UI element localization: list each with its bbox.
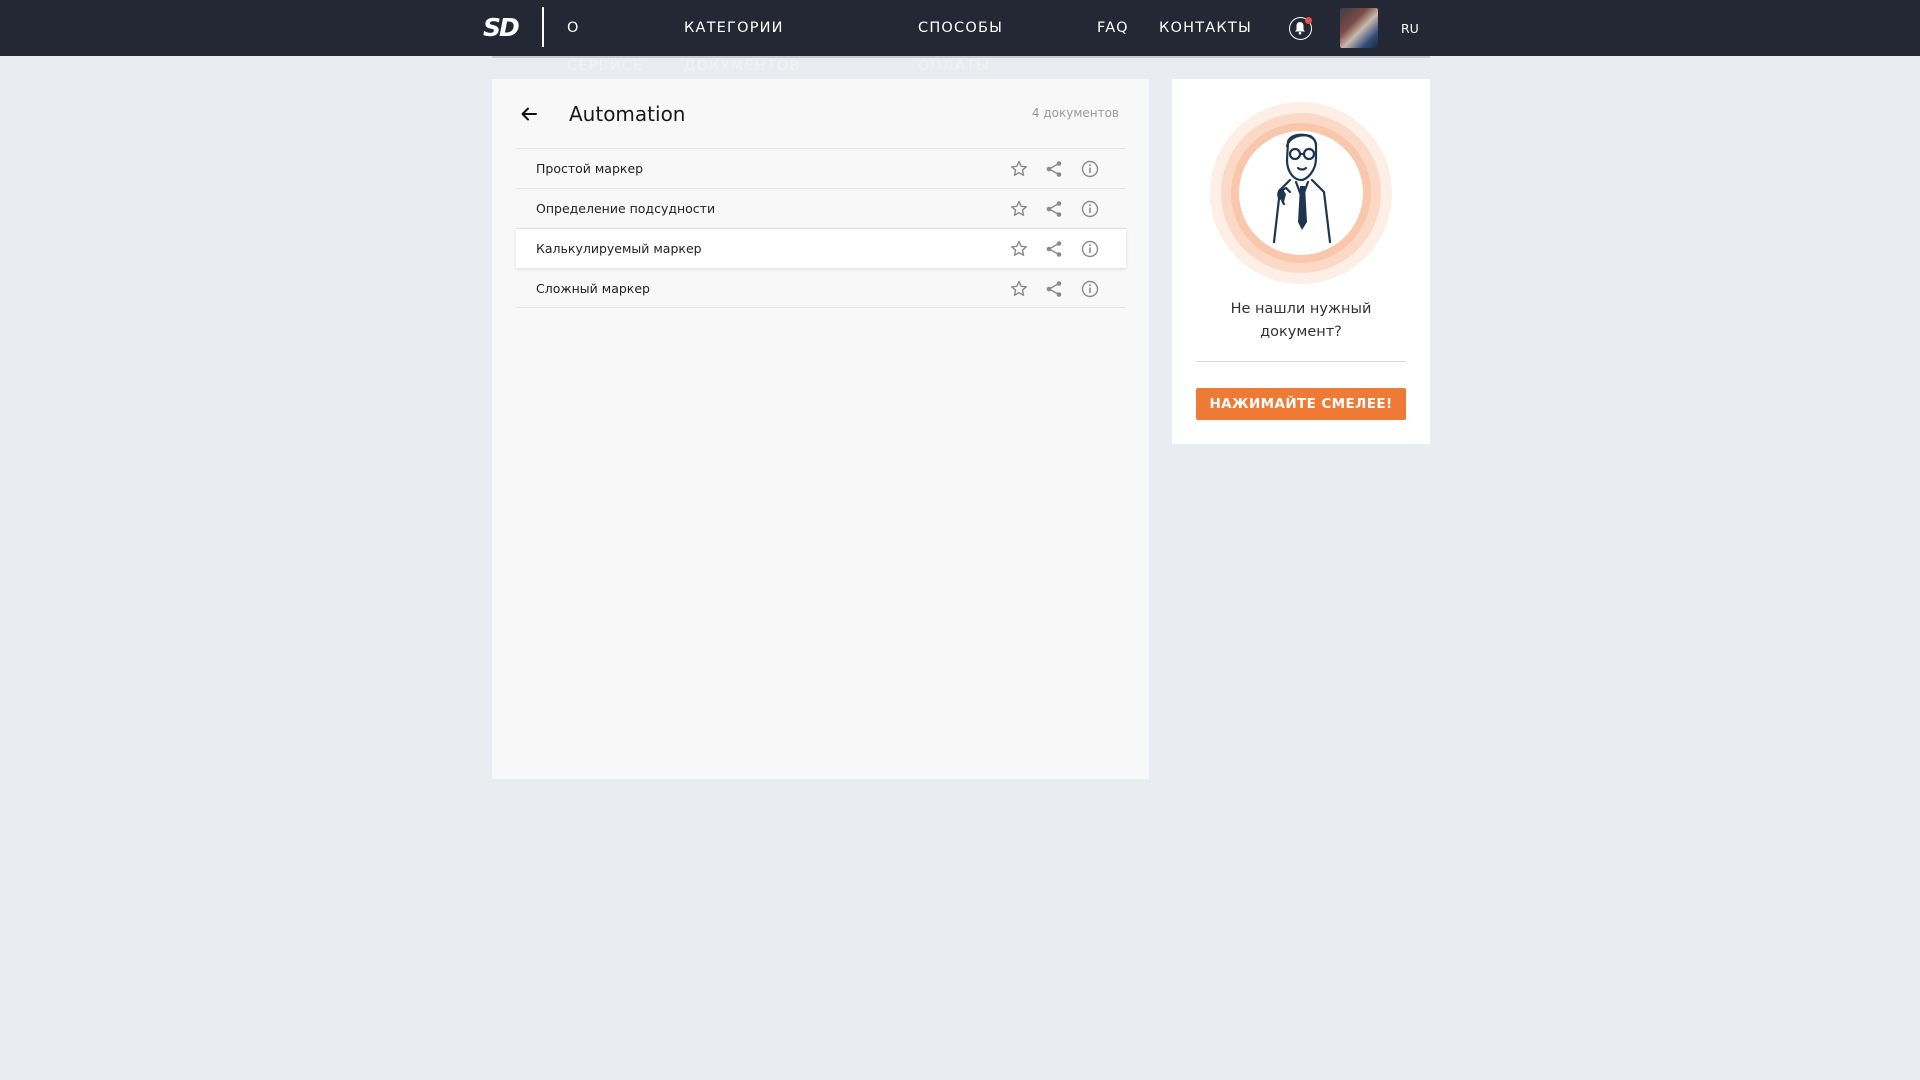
help-panel: Не нашли нужный документ? НАЖИМАЙТЕ СМЕЛ… — [1172, 79, 1430, 444]
notification-badge — [1305, 17, 1312, 24]
star-icon[interactable] — [1009, 159, 1029, 179]
document-name: Калькулируемый маркер — [536, 241, 702, 256]
nav-item-faq-label: FAQ — [1097, 20, 1129, 36]
info-icon[interactable] — [1080, 159, 1100, 179]
back-arrow-icon[interactable] — [519, 104, 539, 124]
star-icon[interactable] — [1009, 239, 1029, 259]
star-icon[interactable] — [1009, 279, 1029, 299]
info-icon[interactable] — [1080, 239, 1100, 259]
document-row[interactable]: Простой маркер — [516, 148, 1126, 188]
nav-item-contacts-label: КОНТАКТЫ — [1159, 20, 1252, 36]
nav-item-categories-label: КАТЕГОРИИ — [684, 20, 784, 36]
info-icon[interactable] — [1080, 199, 1100, 219]
man-pointing-illustration — [1210, 102, 1392, 284]
nav-item-about[interactable]: О СЕРВИСЕ — [567, 19, 642, 74]
document-name: Сложный маркер — [536, 281, 650, 296]
help-divider — [1196, 361, 1406, 362]
share-icon[interactable] — [1044, 199, 1064, 219]
logo-divider — [542, 7, 544, 47]
user-avatar[interactable] — [1340, 8, 1378, 48]
page-title: Automation — [569, 102, 686, 126]
document-count: 4 документов — [1031, 106, 1119, 120]
document-row[interactable]: Калькулируемый маркер — [516, 228, 1126, 268]
nav-item-payment-label-line2: ОПЛАТЫ — [918, 58, 990, 74]
nav-item-faq[interactable]: FAQ — [1097, 19, 1129, 37]
info-icon[interactable] — [1080, 279, 1100, 299]
nav-item-payment-label: СПОСОБЫ — [918, 20, 1004, 36]
document-name: Простой маркер — [536, 161, 644, 176]
star-icon[interactable] — [1009, 199, 1029, 219]
nav-item-categories-label-line2: ДОКУМЕНТОВ — [684, 58, 801, 74]
document-list: Простой маркер Определение подсудности К… — [516, 148, 1126, 308]
document-name: Определение подсудности — [536, 201, 716, 216]
document-row[interactable]: Определение подсудности — [516, 188, 1126, 228]
request-document-button[interactable]: НАЖИМАЙТЕ СМЕЛЕЕ! — [1196, 388, 1406, 420]
header-shadow — [492, 56, 1430, 58]
document-row[interactable]: Сложный маркер — [516, 268, 1126, 308]
nav-item-about-label: О — [567, 20, 580, 36]
nav-item-contacts[interactable]: КОНТАКТЫ — [1159, 19, 1252, 37]
help-prompt-text: Не нашли нужный документ? — [1230, 301, 1372, 340]
site-logo[interactable]: SD — [483, 15, 520, 41]
top-navigation-bar: SD О СЕРВИСЕ КАТЕГОРИИ ДОКУМЕНТОВ СПОСОБ… — [0, 0, 1920, 74]
nav-item-payment[interactable]: СПОСОБЫ ОПЛАТЫ — [918, 19, 1004, 74]
share-icon[interactable] — [1044, 279, 1064, 299]
share-icon[interactable] — [1044, 239, 1064, 259]
language-switcher[interactable]: RU — [1401, 21, 1419, 36]
nav-item-categories[interactable]: КАТЕГОРИИ ДОКУМЕНТОВ — [684, 19, 799, 74]
documents-panel: Automation 4 документов Простой маркер О… — [492, 79, 1149, 779]
help-prompt: Не нашли нужный документ? — [1172, 298, 1430, 344]
nav-item-about-label-line2: СЕРВИСЕ — [567, 58, 644, 74]
share-icon[interactable] — [1044, 159, 1064, 179]
